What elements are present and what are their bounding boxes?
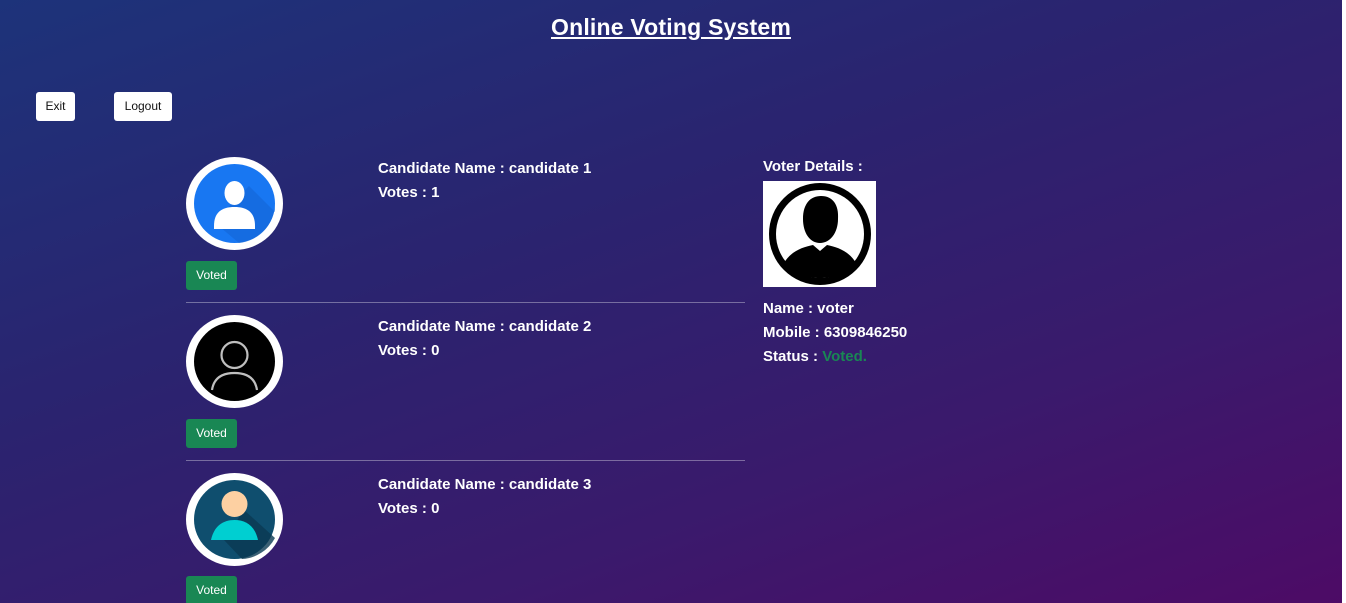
voter-name: Name : voter [763,300,854,317]
candidate-votes: Votes : 1 [378,184,440,201]
voter-status-value: Voted. [822,348,867,365]
page-title: Online Voting System [551,14,791,40]
voter-photo [763,181,876,287]
candidate-info: Candidate Name : candidate 1 Votes : 1 [378,157,591,205]
candidate-info: Candidate Name : candidate 2 Votes : 0 [378,315,591,363]
candidate-avatar [186,473,283,566]
candidate-votes: Votes : 0 [378,342,440,359]
scrollbar[interactable] [1342,0,1346,603]
voted-button[interactable]: Voted [186,419,237,448]
voter-mobile: Mobile : 6309846250 [763,324,908,341]
voter-details-heading: Voter Details : [763,158,863,175]
voter-details: Voter Details : Name : voter Mobile : 63… [763,155,907,369]
candidate-avatar [186,315,283,408]
candidate-name: Candidate Name : candidate 2 [378,318,592,335]
voted-button[interactable]: Voted [186,261,237,290]
voted-button[interactable]: Voted [186,576,237,603]
voter-status-prefix: Status : [763,348,823,365]
voter-status: Status : Voted. [763,345,907,369]
user-silhouette-icon [763,181,876,287]
voter-info: Name : voter Mobile : 6309846250 Status … [763,297,907,369]
exit-button[interactable]: Exit [36,92,75,121]
user-outline-black-icon [194,322,275,401]
candidate-name: Candidate Name : candidate 3 [378,476,592,493]
candidate-avatar [186,157,283,250]
candidate-info: Candidate Name : candidate 3 Votes : 0 [378,473,591,521]
user-blue-circle-icon [194,164,275,243]
divider [186,302,745,303]
candidate-votes: Votes : 0 [378,500,440,517]
divider [186,460,745,461]
logout-button[interactable]: Logout [114,92,172,121]
candidate-name: Candidate Name : candidate 1 [378,160,592,177]
user-teal-avatar-icon [194,480,275,559]
